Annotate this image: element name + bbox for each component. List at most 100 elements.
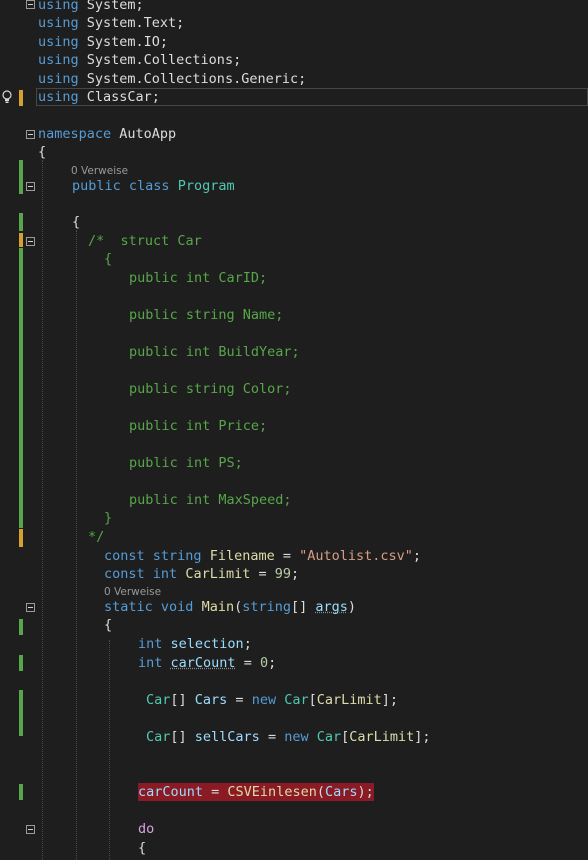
keyword: do — [138, 821, 155, 837]
punctuation: [] — [170, 692, 195, 708]
comment: public int BuildYear; — [129, 344, 300, 360]
change-bar-saved — [19, 248, 23, 528]
brace: { — [38, 144, 47, 160]
keyword: void — [160, 599, 194, 615]
constant-name: Filename — [209, 548, 275, 564]
fold-collapse-icon[interactable] — [26, 182, 35, 191]
variable-name: selection — [170, 636, 244, 652]
namespace-name: AutoApp — [111, 126, 177, 142]
keyword: string — [152, 548, 202, 564]
change-bar-unsaved — [19, 529, 23, 547]
string-literal: "Autolist.csv" — [299, 548, 413, 564]
indent-guide — [76, 230, 77, 860]
keyword: int — [152, 566, 178, 582]
punctuation: ]; — [381, 692, 399, 708]
keyword: using — [38, 71, 79, 87]
comment: */ — [88, 529, 105, 545]
keyword: const — [104, 548, 145, 564]
operator: = — [250, 566, 275, 582]
punctuation: ; — [268, 655, 277, 671]
operator: = — [259, 729, 285, 745]
fold-collapse-icon[interactable] — [26, 0, 35, 9]
type-name: Car — [316, 729, 342, 745]
change-bar-saved — [19, 690, 23, 736]
punctuation: ); — [357, 784, 374, 800]
change-bar-saved — [19, 160, 23, 194]
codelens-references[interactable]: 0 Verweise — [71, 165, 128, 177]
fold-collapse-icon[interactable] — [26, 130, 35, 139]
operator: = — [227, 692, 252, 708]
change-bar-unsaved — [19, 90, 23, 106]
codelens-references[interactable]: 0 Verweise — [104, 586, 161, 598]
variable-name: sellCars — [194, 729, 260, 745]
indent-guide — [42, 160, 43, 860]
namespace-name: ClassCar; — [78, 89, 160, 105]
fold-collapse-icon[interactable] — [26, 603, 35, 612]
operator: = — [274, 548, 300, 564]
comment: public int Price; — [129, 418, 268, 434]
punctuation: ; — [412, 548, 422, 564]
keyword: using — [38, 15, 79, 31]
keyword: int — [138, 636, 163, 652]
keyword: namespace — [38, 126, 112, 142]
method-name: Main — [201, 599, 235, 615]
lightbulb-icon[interactable] — [1, 90, 13, 104]
type-name: Car — [146, 692, 171, 708]
indent-guide — [109, 640, 110, 860]
punctuation: [] — [291, 599, 316, 615]
punctuation: ; — [291, 566, 300, 582]
variable-name: carCount — [170, 655, 236, 671]
operator: = — [203, 784, 228, 800]
fold-collapse-icon[interactable] — [26, 237, 35, 246]
comment: public string Color; — [129, 381, 292, 397]
brace: { — [104, 617, 113, 633]
constant-name: CarLimit — [349, 729, 415, 745]
namespace-name: System.Text; — [78, 15, 185, 31]
keyword: const — [104, 566, 145, 582]
change-bar-saved — [19, 619, 23, 635]
keyword: string — [242, 599, 292, 615]
breakpoint-highlight: carCount = CSVEinlesen(Cars); — [138, 783, 374, 801]
number-literal: 99 — [274, 566, 291, 582]
variable-name: Cars — [194, 692, 228, 708]
keyword: using — [38, 89, 79, 105]
punctuation: [] — [170, 729, 195, 745]
punctuation: ]; — [414, 729, 431, 745]
keyword: static — [104, 599, 153, 615]
type-name: Car — [146, 729, 171, 745]
punctuation: ( — [234, 599, 243, 615]
constant-name: CarLimit — [185, 566, 251, 582]
keyword: int — [138, 655, 163, 671]
operator: = — [235, 655, 260, 671]
punctuation: ) — [347, 599, 357, 615]
keyword: using — [38, 0, 79, 13]
keyword: new — [284, 729, 309, 745]
code-editor[interactable]: 0 Verweise 0 Verweise using System; usin… — [0, 0, 588, 860]
brace: { — [138, 840, 147, 856]
namespace-name: System; — [78, 0, 144, 13]
namespace-name: System.Collections.Generic; — [78, 71, 307, 87]
punctuation: [ — [308, 692, 317, 708]
keyword: class — [128, 178, 170, 194]
fold-collapse-icon[interactable] — [26, 825, 35, 834]
namespace-name: System.Collections; — [78, 52, 242, 68]
comment: public string Name; — [129, 307, 284, 323]
keyword: using — [38, 34, 79, 50]
class-name: Program — [177, 178, 235, 194]
change-bar-saved — [19, 213, 23, 231]
comment: { — [104, 251, 113, 267]
comment: public int PS; — [129, 455, 243, 471]
variable-name: carCount — [138, 784, 204, 800]
comment: public int MaxSpeed; — [129, 492, 292, 508]
keyword: new — [251, 692, 277, 708]
